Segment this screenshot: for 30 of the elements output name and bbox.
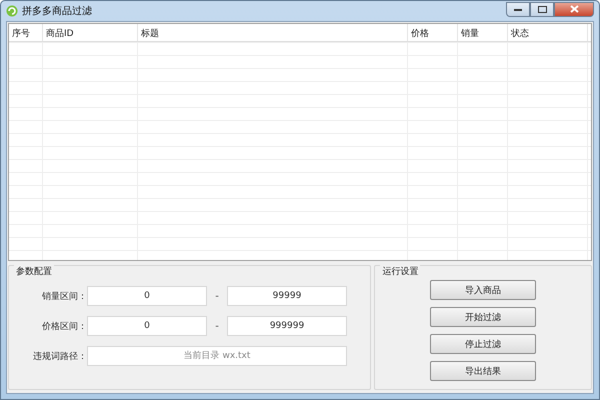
field-label: 销量区间： — [41, 290, 87, 302]
group-title: 运行设置 — [380, 265, 420, 278]
range-dash: - — [214, 290, 220, 302]
close-button[interactable] — [554, 2, 594, 16]
action-button[interactable]: 导入商品 — [430, 280, 536, 300]
column-header[interactable]: 状态 — [508, 24, 588, 41]
minimize-button[interactable] — [506, 2, 530, 16]
group-title: 参数配置 — [14, 265, 54, 278]
app-icon — [6, 5, 18, 17]
column-header[interactable]: 价格 — [408, 24, 458, 41]
path-field[interactable]: 当前目录 wx.txt — [87, 346, 347, 366]
column-header[interactable]: 销量 — [458, 24, 508, 41]
input-field[interactable]: 0 — [87, 316, 207, 336]
window-title: 拼多多商品过滤 — [22, 4, 93, 18]
minimize-icon — [514, 8, 522, 10]
close-icon — [570, 5, 578, 13]
action-button[interactable]: 导出结果 — [430, 361, 536, 381]
range-dash: - — [214, 320, 220, 332]
column-header[interactable]: 商品ID — [43, 24, 138, 41]
input-field[interactable]: 999999 — [227, 316, 347, 336]
maximize-icon — [538, 6, 546, 12]
column-header[interactable]: 序号 — [9, 24, 43, 41]
maximize-button[interactable] — [530, 2, 554, 16]
column-header[interactable]: 标题 — [138, 24, 408, 41]
action-button[interactable]: 停止过滤 — [430, 334, 536, 354]
field-label: 价格区间： — [41, 320, 87, 332]
input-field[interactable]: 99999 — [227, 286, 347, 306]
action-button[interactable]: 开始过滤 — [430, 307, 536, 327]
field-label: 违规词路径： — [32, 350, 87, 362]
input-field[interactable]: 0 — [87, 286, 207, 306]
